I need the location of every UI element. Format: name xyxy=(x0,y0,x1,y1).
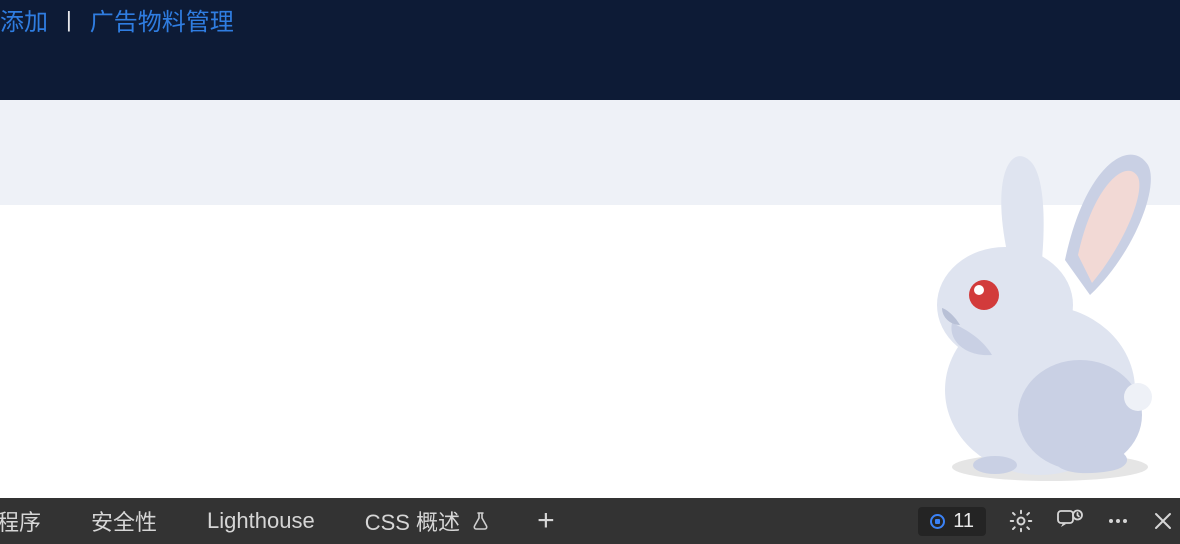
devtools-tab-lighthouse[interactable]: Lighthouse xyxy=(207,508,315,534)
page-content-area xyxy=(0,205,1180,498)
devtools-tab-application[interactable]: 程序 xyxy=(0,505,41,537)
devtools-tab-security[interactable]: 安全性 xyxy=(91,505,157,537)
settings-icon[interactable] xyxy=(1008,508,1034,534)
devtools-tab-css-overview-label: CSS 概述 xyxy=(365,510,460,535)
devtools-tab-css-overview[interactable]: CSS 概述 xyxy=(365,505,489,537)
add-tab-icon[interactable]: + xyxy=(537,504,555,538)
devtools-toolbar: 程序 安全性 Lighthouse CSS 概述 + 11 xyxy=(0,498,1180,544)
nav-separator: | xyxy=(66,7,72,33)
flask-icon xyxy=(472,510,489,536)
issues-icon xyxy=(930,514,945,529)
issues-count: 11 xyxy=(953,510,974,533)
issues-button[interactable]: 11 xyxy=(918,507,986,536)
page-header-band xyxy=(0,100,1180,205)
more-icon[interactable] xyxy=(1106,509,1130,533)
nav-link-ad-material[interactable]: 广告物料管理 xyxy=(90,2,234,37)
feedback-icon[interactable] xyxy=(1056,508,1084,534)
top-navigation-bar: 添加 | 广告物料管理 xyxy=(0,0,1180,100)
nav-link-add[interactable]: 添加 xyxy=(0,2,48,37)
close-icon[interactable] xyxy=(1152,510,1174,532)
